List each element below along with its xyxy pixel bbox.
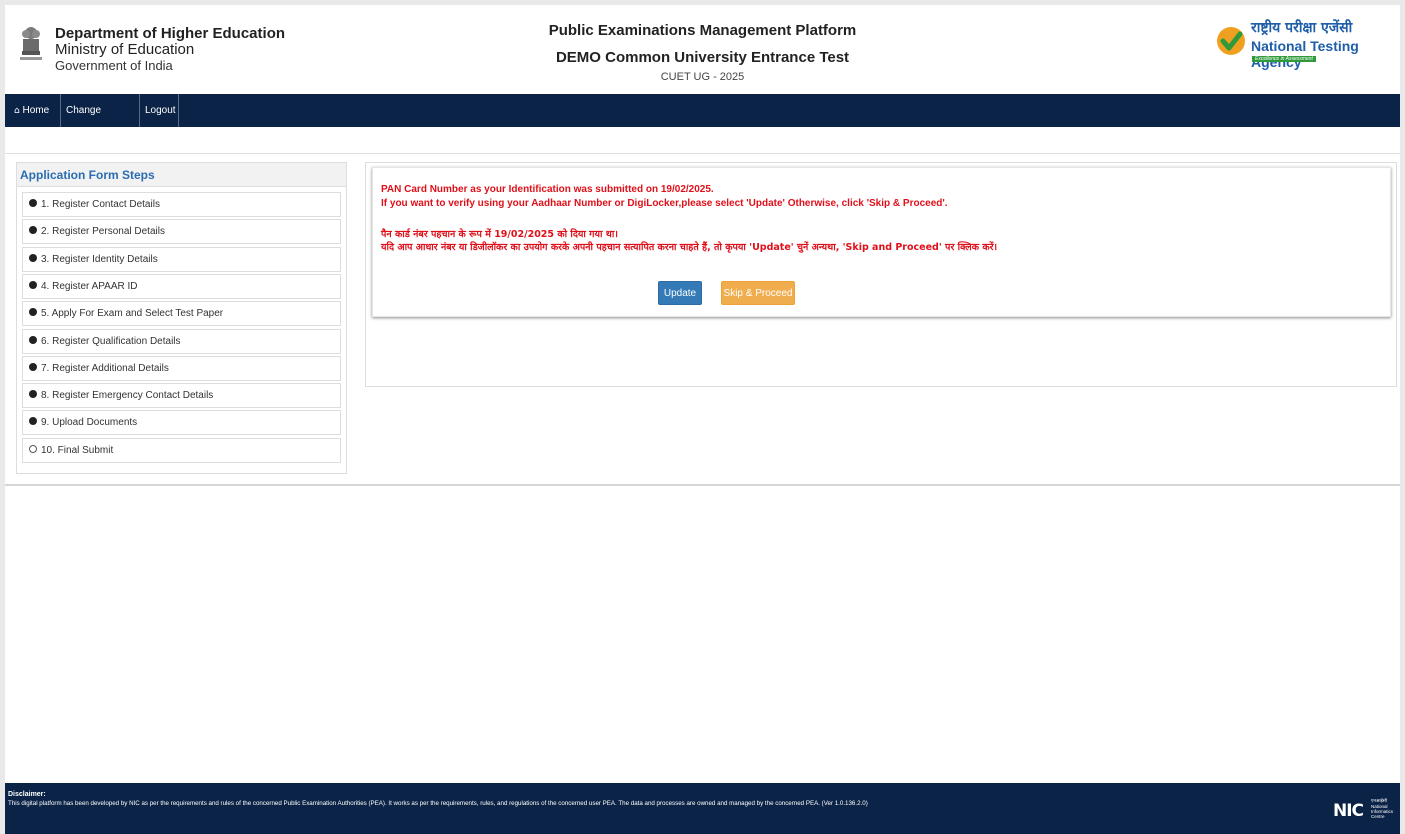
update-button[interactable]: Update <box>658 281 702 305</box>
check-circle-icon <box>29 335 37 344</box>
nav-change-password[interactable]: Change Password <box>61 94 140 149</box>
page-footer: Disclaimer: This digital platform has be… <box>5 783 1400 834</box>
nta-logo: राष्ट्रीय परीक्षा एजेंसी National Testin… <box>1216 18 1396 70</box>
check-circle-icon <box>29 390 37 399</box>
platform-title: Public Examinations Management Platform <box>548 22 857 39</box>
nta-tagline: Excellence in Assessment <box>1252 56 1316 62</box>
home-icon: ⌂ <box>14 106 20 116</box>
step-item[interactable]: 3. Register Identity Details <box>22 246 341 272</box>
step-item[interactable]: 4. Register APAAR ID <box>22 273 341 299</box>
disclaimer-text: This digital platform has been developed… <box>8 800 868 807</box>
step-item[interactable]: 6. Register Qualification Details <box>22 328 341 354</box>
nav-home-label: Home <box>22 105 50 116</box>
check-circle-icon <box>29 308 37 317</box>
nav-home[interactable]: ⌂ Home <box>9 94 61 127</box>
step-label: 4. Register APAAR ID <box>41 280 138 292</box>
nic-line-3: Centre <box>1371 814 1385 819</box>
exam-subtitle: CUET UG - 2025 <box>660 71 745 83</box>
page-title-block: Public Examinations Management Platform … <box>5 22 1400 83</box>
step-label: 1. Register Contact Details <box>41 199 160 210</box>
page-header: Department of Higher Education Ministry … <box>5 5 1400 94</box>
step-label: 2. Register Personal Details <box>41 226 165 238</box>
step-label: 7. Register Additional Details <box>41 362 169 374</box>
content-divider-top <box>5 153 1400 154</box>
step-label: 5. Apply For Exam and Select Test Paper <box>41 308 224 320</box>
step-label: 3. Register Identity Details <box>41 253 158 265</box>
nic-logo-text: एनआईसी National Informatics Centre <box>1371 799 1393 819</box>
step-label: 6. Register Qualification Details <box>41 335 181 347</box>
nta-check-icon <box>1217 27 1245 55</box>
check-circle-icon <box>29 226 37 235</box>
step-item[interactable]: 10. Final Submit <box>22 437 341 463</box>
check-circle-icon <box>29 280 37 289</box>
step-item[interactable]: 8. Register Emergency Contact Details <box>22 383 341 409</box>
nic-logo: NIC एनआईसी National Informatics Centre <box>1333 799 1397 821</box>
check-circle-icon <box>29 417 37 426</box>
step-item[interactable]: 5. Apply For Exam and Select Test Paper <box>22 301 341 327</box>
notice-line-1: PAN Card Number as your Identification w… <box>381 184 714 195</box>
notice-line-3-hindi: पैन कार्ड नंबर पहचान के रूप में 19/02/20… <box>381 229 618 240</box>
check-circle-icon <box>29 253 37 262</box>
nta-english-name: National Testing Agency <box>1251 38 1359 70</box>
step-item[interactable]: 9. Upload Documents <box>22 410 341 436</box>
exam-title: DEMO Common University Entrance Test <box>555 49 850 66</box>
sidebar-title: Application Form Steps <box>17 163 346 187</box>
step-item[interactable]: 1. Register Contact Details <box>22 192 341 217</box>
identity-notice-card: PAN Card Number as your Identification w… <box>372 167 1391 317</box>
step-label: 10. Final Submit <box>41 444 114 456</box>
step-item[interactable]: 7. Register Additional Details <box>22 355 341 381</box>
nav-logout[interactable]: Logout <box>140 94 179 127</box>
main-panel: PAN Card Number as your Identification w… <box>365 162 1397 387</box>
notice-line-4-hindi: यदि आप आधार नंबर या डिजीलॉकर का उपयोग कर… <box>381 242 998 253</box>
check-circle-icon <box>29 199 37 207</box>
top-nav: ⌂ Home Change Password Logout <box>5 94 1400 149</box>
step-label: 8. Register Emergency Contact Details <box>41 390 214 402</box>
clock-icon <box>29 444 37 453</box>
check-circle-icon <box>29 362 37 371</box>
content-divider-bottom <box>5 484 1400 486</box>
page-frame: Department of Higher Education Ministry … <box>5 5 1400 834</box>
nta-hindi-name: राष्ट्रीय परीक्षा एजेंसी <box>1251 20 1353 36</box>
skip-proceed-button[interactable]: Skip & Proceed <box>721 281 795 305</box>
step-label: 9. Upload Documents <box>41 417 138 429</box>
nic-logo-mark: NIC <box>1333 801 1364 821</box>
application-steps-panel: Application Form Steps 1. Register Conta… <box>16 162 347 474</box>
disclaimer-title: Disclaimer: <box>8 791 46 798</box>
notice-line-2: If you want to verify using your Aadhaar… <box>381 198 948 209</box>
step-item[interactable]: 2. Register Personal Details <box>22 219 341 245</box>
